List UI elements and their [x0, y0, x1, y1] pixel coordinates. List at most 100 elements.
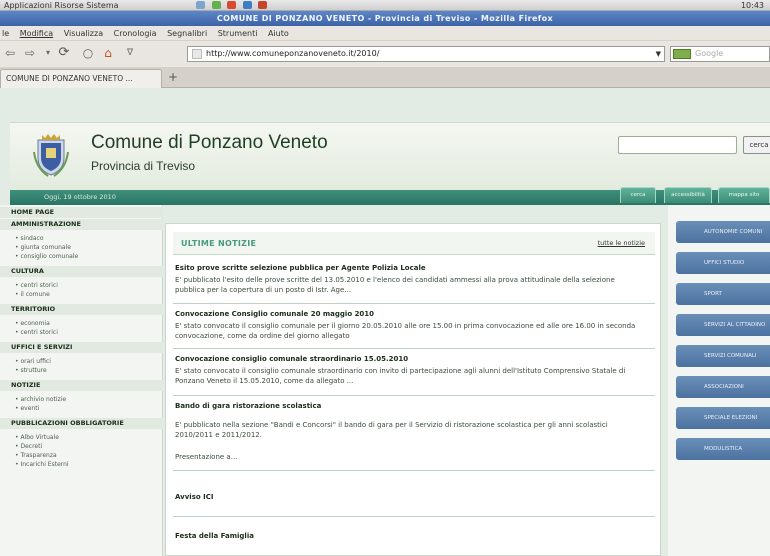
news-header: ULTIME NOTIZIE tutte le notizie: [173, 232, 655, 255]
music-launcher-icon[interactable]: [258, 1, 268, 9]
bookmark-star-icon[interactable]: ∇: [122, 45, 138, 61]
news-item-title[interactable]: Bando di gara ristorazione scolastica: [175, 402, 321, 410]
tab-accessibilita[interactable]: accessibilità: [664, 187, 712, 203]
divider: [173, 470, 655, 471]
site-subtitle: Provincia di Treviso: [91, 159, 196, 173]
news-item-title[interactable]: Convocazione consiglio comunale straordi…: [175, 355, 408, 363]
link-button[interactable]: SERVIZI COMUNALI: [676, 345, 770, 367]
nav-link[interactable]: • sindaco: [15, 234, 44, 243]
nav-link[interactable]: • Decreti: [15, 442, 42, 451]
nav-link[interactable]: • il comune: [15, 290, 50, 299]
menu-bar: le Modifica Visualizza Cronologia Segnal…: [0, 26, 770, 41]
menu-modifica[interactable]: Modifica: [20, 29, 53, 38]
menu-cronologia[interactable]: Cronologia: [114, 29, 157, 38]
nav-link[interactable]: • Trasparenza: [15, 451, 57, 460]
forward-icon[interactable]: ⇨: [22, 45, 38, 61]
chat-launcher-icon[interactable]: [242, 1, 252, 9]
link-button[interactable]: UFFICI STUDIO: [676, 252, 770, 274]
nav-amministrazione[interactable]: AMMINISTRAZIONE: [0, 219, 163, 230]
navigation-toolbar: ⇦ ⇨ ▾ ⟳ ○ ⌂ ∇ http://www.comuneponzanove…: [0, 41, 770, 67]
nav-link[interactable]: • giunta comunale: [15, 243, 71, 252]
browser-launcher-icon[interactable]: [196, 1, 205, 9]
nav-link[interactable]: • consiglio comunale: [15, 252, 78, 261]
tab-strip: COMUNE DI PONZANO VENETO ... +: [0, 67, 770, 88]
news-item-title[interactable]: Convocazione Consiglio comunale 20 maggi…: [175, 310, 374, 318]
url-dropdown-icon[interactable]: ▼: [656, 47, 661, 61]
nav-pubblicazioni[interactable]: PUBBLICAZIONI OBBLIGATORIE: [0, 418, 163, 429]
nav-link[interactable]: • Albo Virtuale: [15, 433, 59, 442]
clock[interactable]: 10:43: [741, 0, 764, 11]
nav-cultura[interactable]: CULTURA: [0, 266, 163, 277]
news-item-text: E' stato convocato il consiglio comunale…: [175, 367, 626, 385]
link-button[interactable]: SPORT: [676, 283, 770, 305]
news-item-title[interactable]: Esito prove scritte selezione pubblica p…: [175, 264, 426, 272]
site-identity-icon[interactable]: [192, 49, 202, 59]
menu-segnalibri[interactable]: Segnalibri: [167, 29, 207, 38]
link-button[interactable]: ASSOCIAZIONI: [676, 376, 770, 398]
news-heading: ULTIME NOTIZIE: [181, 239, 257, 248]
nav-link[interactable]: • Incarichi Esterni: [15, 460, 69, 469]
tab-mappa-sito[interactable]: mappa sito: [718, 187, 770, 203]
news-item-title[interactable]: Festa della Famiglia: [175, 532, 254, 540]
nav-link[interactable]: • economia: [15, 319, 50, 328]
news-item-text: E' stato convocato il consiglio comunale…: [175, 322, 636, 340]
link-button[interactable]: MODULISTICA: [676, 438, 770, 460]
history-dropdown-icon[interactable]: ▾: [40, 45, 56, 61]
home-icon[interactable]: ⌂: [100, 45, 116, 61]
nav-uffici-servizi[interactable]: UFFICI E SERVIZI: [0, 342, 163, 353]
site-search-button[interactable]: cerca: [743, 136, 770, 154]
web-search-box[interactable]: Google: [670, 46, 770, 62]
nav-notizie[interactable]: NOTIZIE: [0, 380, 163, 391]
tab-cerca[interactable]: cerca: [620, 187, 656, 203]
nav-link[interactable]: • strutture: [15, 366, 47, 375]
coat-of-arms-icon: [33, 134, 69, 177]
window-title: COMUNE DI PONZANO VENETO - Provincia di …: [0, 11, 770, 26]
applications-menu[interactable]: Applicazioni Risorse Sistema: [4, 0, 119, 11]
nav-link[interactable]: • orari uffici: [15, 357, 51, 366]
system-panel: Applicazioni Risorse Sistema 10:43: [0, 0, 770, 11]
divider: [173, 516, 655, 517]
mail-launcher-icon[interactable]: [211, 1, 221, 9]
link-button[interactable]: AUTONOMIE COMUNI: [676, 221, 770, 243]
right-column: AUTONOMIE COMUNI UFFICI STUDIO SPORT SER…: [668, 205, 770, 556]
link-button[interactable]: SPECIALE ELEZIONI: [676, 407, 770, 429]
site-search-input[interactable]: [618, 136, 737, 154]
web-page: Comune di Ponzano Veneto Provincia di Tr…: [0, 88, 770, 556]
nav-link[interactable]: • eventi: [15, 404, 39, 413]
search-engine-icon[interactable]: [673, 49, 691, 59]
reload-icon[interactable]: ⟳: [56, 45, 72, 61]
news-item-text: E' pubblicato nella sezione "Bandi e Con…: [175, 421, 608, 439]
back-icon[interactable]: ⇦: [2, 45, 18, 61]
news-item-more[interactable]: Presentazione a...: [175, 452, 645, 462]
news-panel: ULTIME NOTIZIE tutte le notizie Esito pr…: [165, 223, 661, 556]
site-title[interactable]: Comune di Ponzano Veneto: [91, 132, 328, 154]
menu-file[interactable]: le: [2, 29, 9, 38]
divider: [173, 395, 655, 396]
stop-icon[interactable]: ○: [80, 45, 96, 61]
menu-visualizza[interactable]: Visualizza: [64, 29, 103, 38]
nav-link[interactable]: • archivio notizie: [15, 395, 66, 404]
new-tab-icon[interactable]: +: [168, 69, 178, 86]
date-bar: [10, 190, 770, 205]
address-bar[interactable]: http://www.comuneponzanoveneto.it/2010/ …: [187, 46, 665, 62]
nav-link[interactable]: • centri storici: [15, 281, 58, 290]
site-header: Comune di Ponzano Veneto Provincia di Tr…: [10, 122, 770, 190]
nav-home[interactable]: HOME PAGE: [0, 207, 163, 218]
divider: [173, 348, 655, 349]
url-text: http://www.comuneponzanoveneto.it/2010/: [206, 49, 380, 58]
firefox-launcher-icon[interactable]: [227, 1, 237, 9]
all-news-link[interactable]: tutte le notizie: [598, 232, 645, 255]
link-button[interactable]: SERVIZI AL CITTADINO: [676, 314, 770, 336]
divider: [173, 303, 655, 304]
news-item-title[interactable]: Avviso ICI: [175, 493, 213, 501]
tab-comune-ponzano[interactable]: COMUNE DI PONZANO VENETO ...: [0, 69, 162, 88]
menu-strumenti[interactable]: Strumenti: [218, 29, 258, 38]
search-placeholder: Google: [695, 49, 724, 58]
current-date: Oggi, 19 ottobre 2010: [44, 193, 116, 201]
news-item-text: E' pubblicato l'esito delle prove scritt…: [175, 276, 615, 294]
left-navigation: HOME PAGE AMMINISTRAZIONE • sindaco • gi…: [0, 205, 163, 556]
menu-aiuto[interactable]: Aiuto: [268, 29, 289, 38]
nav-territorio[interactable]: TERRITORIO: [0, 304, 163, 315]
nav-link[interactable]: • centri storici: [15, 328, 58, 337]
launcher-icons: [196, 1, 271, 10]
